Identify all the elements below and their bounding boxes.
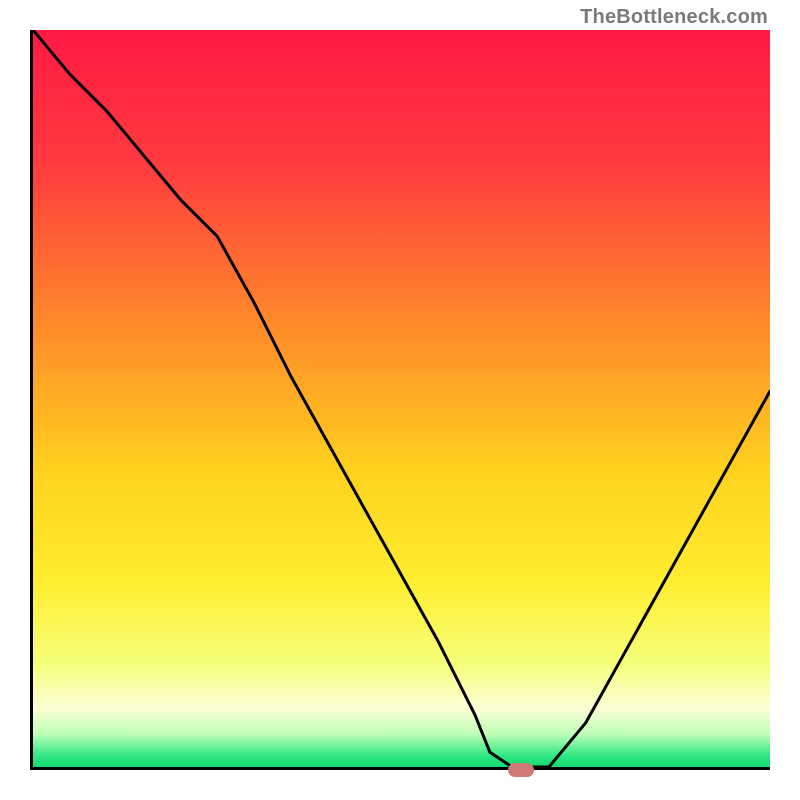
gradient-background (33, 30, 770, 767)
plot-area (30, 30, 770, 770)
bottleneck-chart: TheBottleneck.com (0, 0, 800, 800)
optimal-marker (508, 763, 534, 777)
attribution-text: TheBottleneck.com (580, 6, 768, 29)
